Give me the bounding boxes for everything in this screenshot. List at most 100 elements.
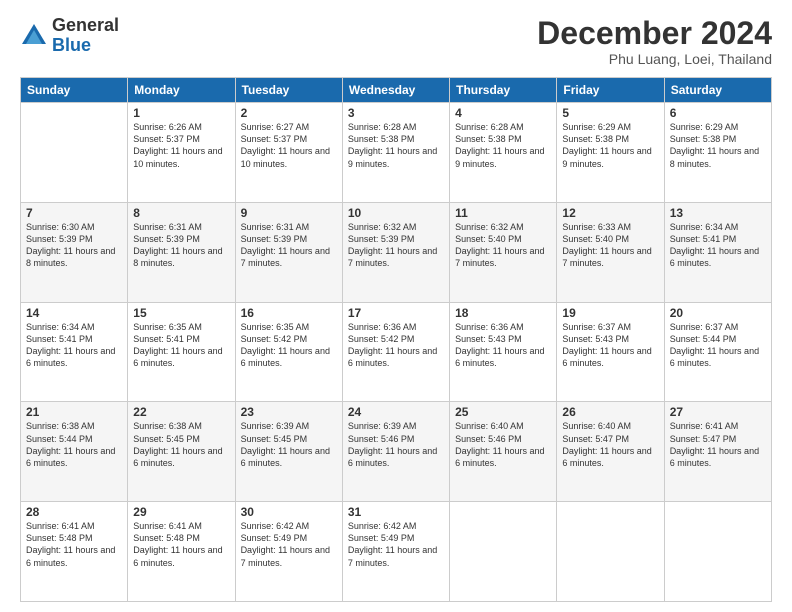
calendar-cell: 1 Sunrise: 6:26 AM Sunset: 5:37 PM Dayli…	[128, 103, 235, 203]
day-info: Sunrise: 6:36 AM Sunset: 5:42 PM Dayligh…	[348, 321, 444, 370]
logo-icon	[20, 22, 48, 50]
day-info: Sunrise: 6:35 AM Sunset: 5:42 PM Dayligh…	[241, 321, 337, 370]
title-block: December 2024 Phu Luang, Loei, Thailand	[537, 16, 772, 67]
day-number: 25	[455, 405, 551, 419]
calendar-week-3: 14 Sunrise: 6:34 AM Sunset: 5:41 PM Dayl…	[21, 302, 772, 402]
calendar-cell: 7 Sunrise: 6:30 AM Sunset: 5:39 PM Dayli…	[21, 202, 128, 302]
day-number: 16	[241, 306, 337, 320]
day-number: 10	[348, 206, 444, 220]
calendar-cell: 29 Sunrise: 6:41 AM Sunset: 5:48 PM Dayl…	[128, 502, 235, 602]
day-info: Sunrise: 6:31 AM Sunset: 5:39 PM Dayligh…	[133, 221, 229, 270]
day-info: Sunrise: 6:40 AM Sunset: 5:47 PM Dayligh…	[562, 420, 658, 469]
day-info: Sunrise: 6:28 AM Sunset: 5:38 PM Dayligh…	[348, 121, 444, 170]
day-number: 1	[133, 106, 229, 120]
day-info: Sunrise: 6:33 AM Sunset: 5:40 PM Dayligh…	[562, 221, 658, 270]
day-number: 30	[241, 505, 337, 519]
day-info: Sunrise: 6:32 AM Sunset: 5:39 PM Dayligh…	[348, 221, 444, 270]
calendar-week-2: 7 Sunrise: 6:30 AM Sunset: 5:39 PM Dayli…	[21, 202, 772, 302]
calendar-cell: 3 Sunrise: 6:28 AM Sunset: 5:38 PM Dayli…	[342, 103, 449, 203]
day-number: 18	[455, 306, 551, 320]
day-number: 11	[455, 206, 551, 220]
logo-blue: Blue	[52, 36, 119, 56]
day-info: Sunrise: 6:34 AM Sunset: 5:41 PM Dayligh…	[670, 221, 766, 270]
calendar-cell: 23 Sunrise: 6:39 AM Sunset: 5:45 PM Dayl…	[235, 402, 342, 502]
day-number: 7	[26, 206, 122, 220]
day-info: Sunrise: 6:27 AM Sunset: 5:37 PM Dayligh…	[241, 121, 337, 170]
location: Phu Luang, Loei, Thailand	[537, 51, 772, 67]
calendar-cell: 17 Sunrise: 6:36 AM Sunset: 5:42 PM Dayl…	[342, 302, 449, 402]
calendar-cell: 12 Sunrise: 6:33 AM Sunset: 5:40 PM Dayl…	[557, 202, 664, 302]
day-info: Sunrise: 6:41 AM Sunset: 5:47 PM Dayligh…	[670, 420, 766, 469]
calendar-cell: 30 Sunrise: 6:42 AM Sunset: 5:49 PM Dayl…	[235, 502, 342, 602]
day-number: 31	[348, 505, 444, 519]
calendar-cell: 5 Sunrise: 6:29 AM Sunset: 5:38 PM Dayli…	[557, 103, 664, 203]
day-number: 22	[133, 405, 229, 419]
day-number: 14	[26, 306, 122, 320]
calendar-header-tuesday: Tuesday	[235, 78, 342, 103]
calendar-cell: 19 Sunrise: 6:37 AM Sunset: 5:43 PM Dayl…	[557, 302, 664, 402]
day-info: Sunrise: 6:41 AM Sunset: 5:48 PM Dayligh…	[26, 520, 122, 569]
calendar-cell: 4 Sunrise: 6:28 AM Sunset: 5:38 PM Dayli…	[450, 103, 557, 203]
calendar-cell: 10 Sunrise: 6:32 AM Sunset: 5:39 PM Dayl…	[342, 202, 449, 302]
day-info: Sunrise: 6:35 AM Sunset: 5:41 PM Dayligh…	[133, 321, 229, 370]
calendar-cell: 15 Sunrise: 6:35 AM Sunset: 5:41 PM Dayl…	[128, 302, 235, 402]
day-info: Sunrise: 6:38 AM Sunset: 5:44 PM Dayligh…	[26, 420, 122, 469]
day-number: 28	[26, 505, 122, 519]
calendar-cell: 6 Sunrise: 6:29 AM Sunset: 5:38 PM Dayli…	[664, 103, 771, 203]
calendar-cell: 20 Sunrise: 6:37 AM Sunset: 5:44 PM Dayl…	[664, 302, 771, 402]
day-info: Sunrise: 6:41 AM Sunset: 5:48 PM Dayligh…	[133, 520, 229, 569]
calendar-cell: 16 Sunrise: 6:35 AM Sunset: 5:42 PM Dayl…	[235, 302, 342, 402]
day-number: 8	[133, 206, 229, 220]
calendar-cell: 9 Sunrise: 6:31 AM Sunset: 5:39 PM Dayli…	[235, 202, 342, 302]
day-number: 12	[562, 206, 658, 220]
day-number: 21	[26, 405, 122, 419]
calendar-header-saturday: Saturday	[664, 78, 771, 103]
logo-general: General	[52, 16, 119, 36]
day-info: Sunrise: 6:38 AM Sunset: 5:45 PM Dayligh…	[133, 420, 229, 469]
day-number: 13	[670, 206, 766, 220]
calendar-cell: 27 Sunrise: 6:41 AM Sunset: 5:47 PM Dayl…	[664, 402, 771, 502]
day-number: 2	[241, 106, 337, 120]
day-info: Sunrise: 6:42 AM Sunset: 5:49 PM Dayligh…	[348, 520, 444, 569]
day-info: Sunrise: 6:40 AM Sunset: 5:46 PM Dayligh…	[455, 420, 551, 469]
day-number: 27	[670, 405, 766, 419]
day-number: 4	[455, 106, 551, 120]
calendar-cell	[450, 502, 557, 602]
calendar-week-1: 1 Sunrise: 6:26 AM Sunset: 5:37 PM Dayli…	[21, 103, 772, 203]
calendar-header-friday: Friday	[557, 78, 664, 103]
calendar-cell: 11 Sunrise: 6:32 AM Sunset: 5:40 PM Dayl…	[450, 202, 557, 302]
calendar-cell: 31 Sunrise: 6:42 AM Sunset: 5:49 PM Dayl…	[342, 502, 449, 602]
day-info: Sunrise: 6:29 AM Sunset: 5:38 PM Dayligh…	[562, 121, 658, 170]
calendar-cell: 25 Sunrise: 6:40 AM Sunset: 5:46 PM Dayl…	[450, 402, 557, 502]
calendar-cell	[664, 502, 771, 602]
calendar-header-wednesday: Wednesday	[342, 78, 449, 103]
calendar-week-4: 21 Sunrise: 6:38 AM Sunset: 5:44 PM Dayl…	[21, 402, 772, 502]
calendar-header-thursday: Thursday	[450, 78, 557, 103]
day-info: Sunrise: 6:31 AM Sunset: 5:39 PM Dayligh…	[241, 221, 337, 270]
calendar-cell: 8 Sunrise: 6:31 AM Sunset: 5:39 PM Dayli…	[128, 202, 235, 302]
calendar-cell: 18 Sunrise: 6:36 AM Sunset: 5:43 PM Dayl…	[450, 302, 557, 402]
day-number: 5	[562, 106, 658, 120]
calendar-cell: 22 Sunrise: 6:38 AM Sunset: 5:45 PM Dayl…	[128, 402, 235, 502]
calendar-week-5: 28 Sunrise: 6:41 AM Sunset: 5:48 PM Dayl…	[21, 502, 772, 602]
calendar-header-sunday: Sunday	[21, 78, 128, 103]
day-info: Sunrise: 6:30 AM Sunset: 5:39 PM Dayligh…	[26, 221, 122, 270]
calendar-cell: 21 Sunrise: 6:38 AM Sunset: 5:44 PM Dayl…	[21, 402, 128, 502]
day-info: Sunrise: 6:37 AM Sunset: 5:43 PM Dayligh…	[562, 321, 658, 370]
day-info: Sunrise: 6:29 AM Sunset: 5:38 PM Dayligh…	[670, 121, 766, 170]
page: General Blue December 2024 Phu Luang, Lo…	[0, 0, 792, 612]
calendar-cell: 14 Sunrise: 6:34 AM Sunset: 5:41 PM Dayl…	[21, 302, 128, 402]
calendar-cell: 24 Sunrise: 6:39 AM Sunset: 5:46 PM Dayl…	[342, 402, 449, 502]
calendar-cell: 2 Sunrise: 6:27 AM Sunset: 5:37 PM Dayli…	[235, 103, 342, 203]
day-info: Sunrise: 6:39 AM Sunset: 5:45 PM Dayligh…	[241, 420, 337, 469]
day-info: Sunrise: 6:37 AM Sunset: 5:44 PM Dayligh…	[670, 321, 766, 370]
day-info: Sunrise: 6:36 AM Sunset: 5:43 PM Dayligh…	[455, 321, 551, 370]
day-number: 15	[133, 306, 229, 320]
day-number: 6	[670, 106, 766, 120]
calendar-cell	[21, 103, 128, 203]
day-info: Sunrise: 6:26 AM Sunset: 5:37 PM Dayligh…	[133, 121, 229, 170]
day-number: 19	[562, 306, 658, 320]
day-info: Sunrise: 6:39 AM Sunset: 5:46 PM Dayligh…	[348, 420, 444, 469]
calendar-header-row: SundayMondayTuesdayWednesdayThursdayFrid…	[21, 78, 772, 103]
day-number: 20	[670, 306, 766, 320]
